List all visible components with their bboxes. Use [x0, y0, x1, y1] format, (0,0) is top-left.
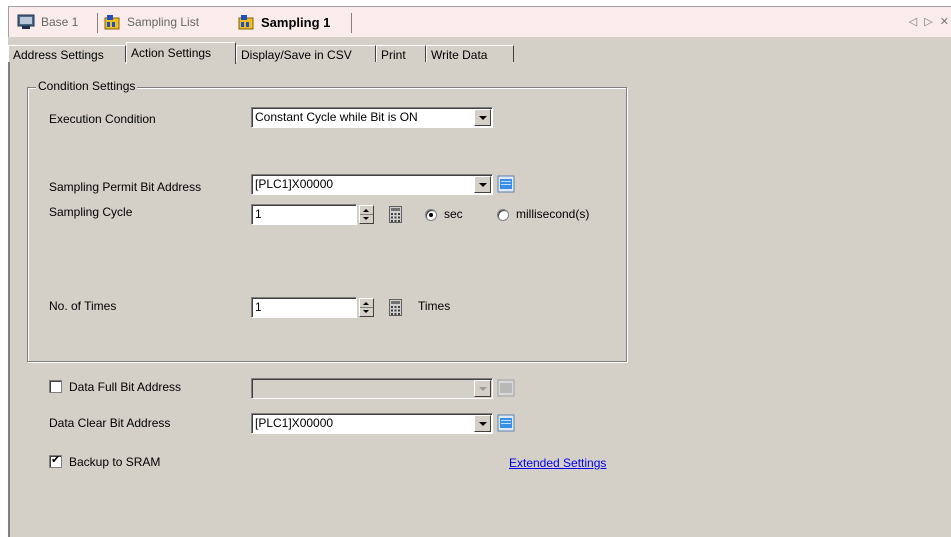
unit-sec-radio[interactable] — [425, 209, 437, 221]
backup-sram-checkbox[interactable] — [49, 453, 62, 468]
tab-address-settings[interactable]: Address Settings — [8, 45, 126, 63]
data-full-address-combo[interactable] — [251, 378, 493, 399]
tab-separator — [351, 13, 352, 33]
doc-tab-label: Sampling 1 — [261, 14, 331, 30]
backup-sram-label: Backup to SRAM — [69, 455, 161, 469]
times-label: No. of Times — [49, 299, 117, 313]
doc-tab-sampling-1[interactable]: Sampling 1 — [237, 11, 330, 33]
address-input-icon[interactable] — [497, 414, 515, 432]
document-tab-bar: Base 1 Sampling List Sampling 1 ◁ ▷ ✕ — [8, 6, 951, 38]
permit-bit-label: Sampling Permit Bit Address — [49, 180, 202, 194]
chevron-down-icon[interactable] — [474, 380, 491, 397]
tab-display-save-csv[interactable]: Display/Save in CSV — [236, 45, 376, 63]
chevron-down-icon[interactable] — [474, 176, 491, 193]
times-input[interactable]: 1 — [251, 297, 357, 318]
times-unit-label: Times — [418, 299, 451, 313]
doc-tab-label: Base 1 — [41, 15, 79, 29]
permit-bit-address-value: [PLC1]X00000 — [255, 177, 334, 191]
permit-bit-address-combo[interactable]: [PLC1]X00000 — [251, 174, 493, 195]
extended-settings-link[interactable]: Extended Settings — [509, 456, 606, 470]
tab-separator — [97, 13, 98, 33]
address-input-icon[interactable] — [497, 175, 515, 193]
data-clear-address-value: [PLC1]X00000 — [255, 416, 334, 430]
data-clear-label: Data Clear Bit Address — [49, 416, 171, 430]
unit-millisecond-radio[interactable] — [497, 209, 509, 221]
tab-action-settings[interactable]: Action Settings — [126, 42, 236, 64]
times-spinner[interactable] — [359, 298, 374, 317]
data-full-checkbox[interactable] — [49, 380, 62, 393]
sampling-cycle-spinner[interactable] — [359, 205, 374, 224]
data-full-label: Data Full Bit Address — [69, 380, 182, 394]
property-tab-bar: Address Settings Action Settings Display… — [8, 37, 951, 64]
execution-condition-value: Constant Cycle while Bit is ON — [255, 110, 418, 124]
screen-icon — [17, 14, 35, 30]
chevron-down-icon[interactable] — [474, 109, 491, 126]
sampling-icon — [237, 14, 255, 30]
execution-condition-select[interactable]: Constant Cycle while Bit is ON — [251, 107, 493, 128]
doc-tab-label: Sampling List — [127, 15, 200, 29]
group-title: Condition Settings — [36, 79, 138, 93]
panel-edge — [8, 62, 10, 537]
doc-tab-base-1[interactable]: Base 1 — [17, 11, 78, 33]
keypad-icon[interactable] — [389, 299, 402, 316]
sampling-cycle-input[interactable]: 1 — [251, 204, 357, 225]
sampling-cycle-value: 1 — [255, 207, 262, 221]
unit-millisecond-label: millisecond(s) — [516, 207, 590, 221]
chevron-down-icon[interactable] — [474, 415, 491, 432]
tab-write-data[interactable]: Write Data — [426, 45, 514, 63]
execution-condition-label: Execution Condition — [49, 112, 156, 126]
tab-print[interactable]: Print — [376, 45, 426, 63]
doc-tab-sampling-list[interactable]: Sampling List — [103, 11, 199, 33]
unit-sec-label: sec — [444, 207, 463, 221]
sampling-list-icon — [103, 14, 121, 30]
tab-scroll-controls[interactable]: ◁ ▷ ✕ — [909, 15, 951, 28]
address-input-icon[interactable] — [497, 379, 515, 397]
data-clear-address-combo[interactable]: [PLC1]X00000 — [251, 413, 493, 434]
times-value: 1 — [255, 300, 262, 314]
sampling-cycle-label: Sampling Cycle — [49, 205, 133, 219]
keypad-icon[interactable] — [389, 206, 402, 223]
